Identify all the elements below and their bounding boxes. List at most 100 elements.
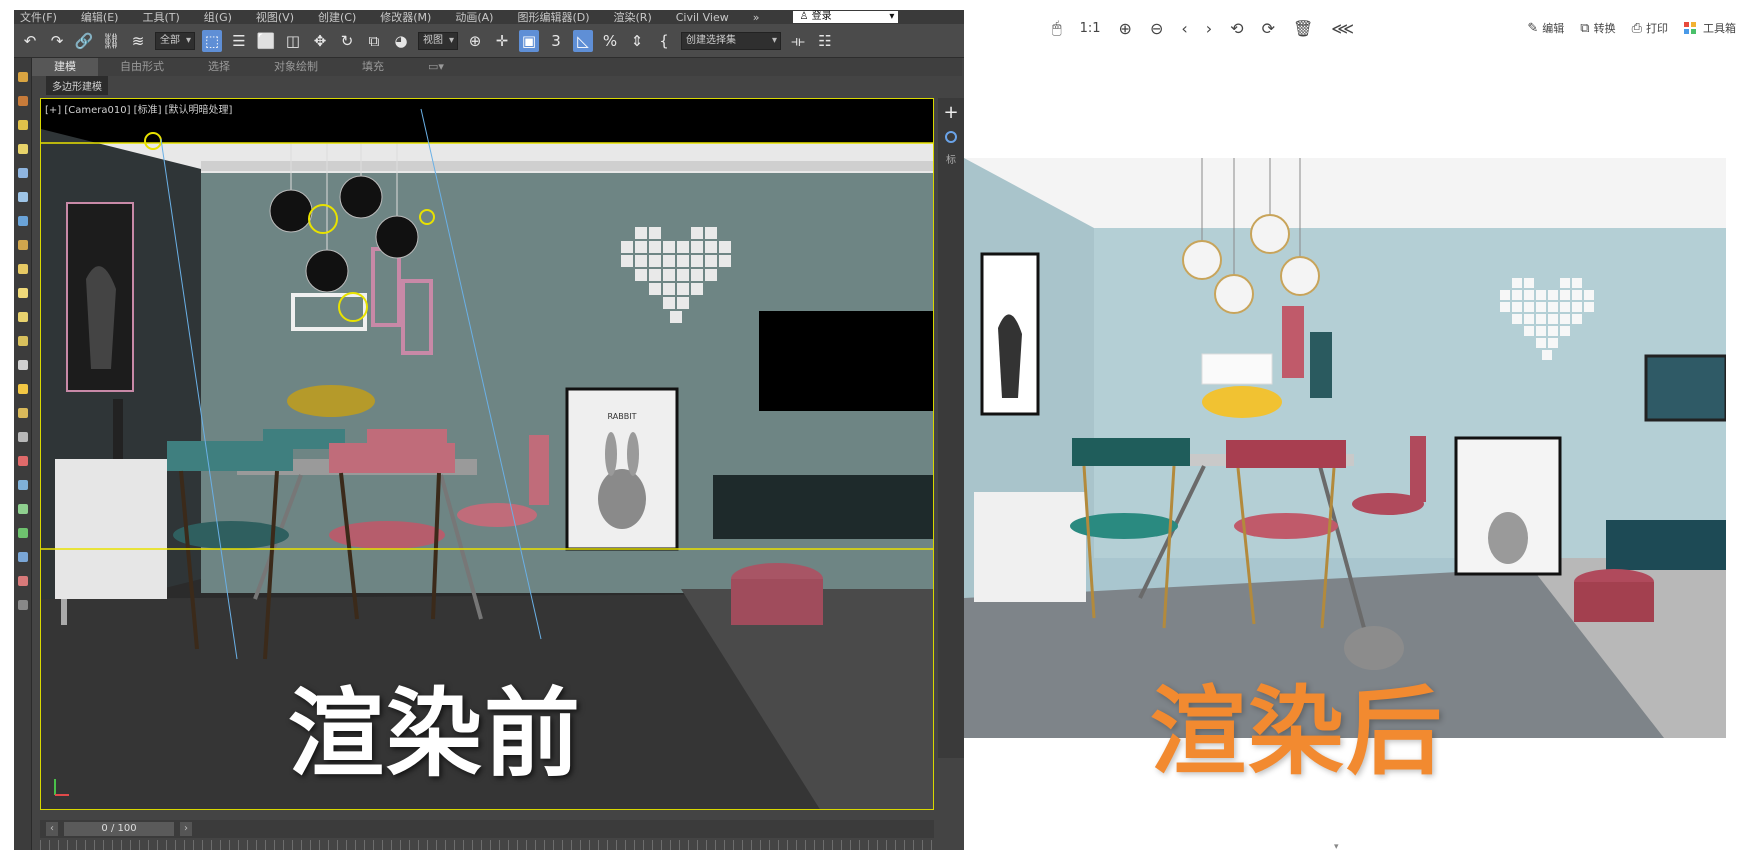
torus-icon[interactable] [18, 336, 28, 346]
viewer-actions: ✎ 编辑 ⧉ 转换 ⎙ 打印 工具箱 [1527, 14, 1736, 42]
tab-selection[interactable]: 选择 [186, 58, 252, 76]
percent-snap-icon[interactable]: % [600, 30, 620, 52]
cone-icon[interactable] [18, 360, 28, 370]
actual-size-button[interactable]: 1:1 [1080, 21, 1101, 36]
menu-rendering[interactable]: 渲染(R) [614, 10, 652, 25]
geometry-panel-icon[interactable] [945, 131, 957, 143]
snap-toggle-icon[interactable]: 3 [546, 30, 566, 52]
mirror-icon[interactable]: ⟛ [788, 30, 808, 52]
box-icon[interactable] [18, 264, 28, 274]
spinner-snap-icon[interactable]: ⇕ [627, 30, 647, 52]
convert-button[interactable]: ⧉ 转换 [1580, 20, 1615, 36]
menu-tools[interactable]: 工具(T) [142, 10, 179, 25]
zoom-in-icon[interactable]: ⊕ [1119, 19, 1132, 38]
track-ruler[interactable] [40, 840, 934, 850]
select-manipulate-icon[interactable]: ✛ [492, 30, 512, 52]
menu-file[interactable]: 文件(F) [20, 10, 57, 25]
menu-animation[interactable]: 动画(A) [455, 10, 493, 25]
placement-icon[interactable]: ◕ [391, 30, 411, 52]
standard-primitives-tab[interactable]: 标 [938, 151, 964, 166]
next-icon[interactable]: › [1206, 19, 1212, 38]
viewport-label[interactable]: [+] [Camera010] [标准] [默认明暗处理] [45, 101, 232, 116]
checker-icon[interactable] [18, 432, 28, 442]
menu-group[interactable]: 组(G) [204, 10, 232, 25]
teapot-icon[interactable] [18, 408, 28, 418]
named-selection-select[interactable]: 创建选择集 [681, 31, 781, 50]
biped-icon[interactable] [18, 480, 28, 490]
rotate-icon[interactable]: ↻ [337, 30, 357, 52]
sideboard-leg [61, 599, 67, 625]
tab-freeform[interactable]: 自由形式 [98, 58, 186, 76]
menu-edit[interactable]: 编辑(E) [81, 10, 119, 25]
rect-selection-icon[interactable]: ⬜ [256, 30, 276, 52]
ribbon-options-icon[interactable]: ▭▾ [406, 58, 466, 76]
menu-civil-view[interactable]: Civil View [676, 11, 729, 24]
menu-graph-editors[interactable]: 图形编辑器(D) [517, 10, 589, 25]
tab-object-paint[interactable]: 对象绘制 [252, 58, 340, 76]
align-icon[interactable]: ☷ [815, 30, 835, 52]
menu-create[interactable]: 创建(C) [318, 10, 356, 25]
rotate-left-icon[interactable]: ⟲ [1230, 19, 1243, 38]
pivot-center-icon[interactable]: ⊕ [465, 30, 485, 52]
geometry-icon[interactable] [18, 96, 28, 106]
toolbox-button[interactable]: 工具箱 [1684, 20, 1736, 36]
angle-snap-icon[interactable]: ◺ [573, 29, 593, 52]
delete-icon[interactable]: 🗑 [1293, 19, 1313, 38]
sphere-gizmo-icon[interactable] [18, 552, 28, 562]
systems-icon[interactable] [18, 240, 28, 250]
color-grid-icon[interactable] [18, 576, 28, 586]
zoom-out-icon[interactable]: ⊖ [1150, 19, 1163, 38]
help-icon[interactable] [18, 600, 28, 610]
selection-filter-select[interactable]: 全部 [155, 31, 195, 50]
shapes-icon[interactable] [18, 120, 28, 130]
sun-icon[interactable] [18, 384, 28, 394]
menu-view[interactable]: 视图(V) [256, 10, 294, 25]
time-next-icon[interactable]: › [180, 822, 192, 836]
edit-named-sets-icon[interactable]: { [654, 30, 674, 52]
scale-icon[interactable]: ⧉ [364, 30, 384, 52]
time-prev-icon[interactable]: ‹ [46, 822, 58, 836]
mouse-icon[interactable]: 🖱 [1052, 18, 1062, 38]
undo-icon[interactable]: ↶ [20, 30, 40, 52]
cameras-icon[interactable] [18, 168, 28, 178]
unlink-icon[interactable]: ⛓ [101, 30, 121, 52]
link-icon[interactable]: 🔗 [74, 30, 94, 52]
create-icon[interactable] [18, 72, 28, 82]
previous-icon[interactable]: ‹ [1181, 19, 1187, 38]
helpers-icon[interactable] [18, 192, 28, 202]
tab-modeling[interactable]: 建模 [32, 58, 98, 76]
login-dropdown[interactable]: ♙ 登录 [793, 11, 899, 23]
rotate-right-icon[interactable]: ⟳ [1262, 19, 1275, 38]
select-object-icon[interactable]: ⬚ [202, 29, 222, 52]
rendered-image[interactable] [964, 158, 1726, 738]
chair-back-pink-far [367, 429, 447, 447]
move-icon[interactable]: ✥ [310, 30, 330, 52]
menu-more[interactable]: » [753, 11, 760, 24]
redo-icon[interactable]: ↷ [47, 30, 67, 52]
tab-populate[interactable]: 填充 [340, 58, 406, 76]
create-panel-icon[interactable]: + [938, 102, 964, 123]
print-button[interactable]: ⎙ 打印 [1632, 20, 1668, 36]
coordinate-system-select[interactable]: 视图 [418, 31, 458, 50]
bind-space-warp-icon[interactable]: ≋ [128, 30, 148, 52]
cylinder-icon[interactable] [18, 312, 28, 322]
time-slider[interactable]: 0 / 100 [64, 822, 174, 836]
sphere-icon[interactable] [18, 288, 28, 298]
edit-button[interactable]: ✎ 编辑 [1527, 20, 1564, 36]
edit-label: 编辑 [1542, 22, 1565, 35]
scroll-handle-icon[interactable]: ▾ [1334, 842, 1339, 850]
window-crossing-icon[interactable]: ◫ [283, 30, 303, 52]
particle-icon[interactable] [18, 504, 28, 514]
screen: 文件(F) 编辑(E) 工具(T) 组(G) 视图(V) 创建(C) 修改器(M… [0, 0, 1743, 850]
select-by-name-icon[interactable]: ☰ [229, 30, 249, 52]
menu-modifiers[interactable]: 修改器(M) [380, 10, 431, 25]
polygon-modeling-panel[interactable]: 多边形建模 [46, 76, 108, 95]
convert-icon: ⧉ [1580, 20, 1590, 36]
keyboard-shortcut-icon[interactable]: ▣ [519, 29, 539, 52]
lights-icon[interactable] [18, 144, 28, 154]
spacewarps-icon[interactable] [18, 216, 28, 226]
paint-icon[interactable] [18, 456, 28, 466]
share-icon[interactable]: ⋘ [1331, 19, 1354, 38]
hair-icon[interactable] [18, 528, 28, 538]
render-chair-back-red [1226, 440, 1346, 468]
